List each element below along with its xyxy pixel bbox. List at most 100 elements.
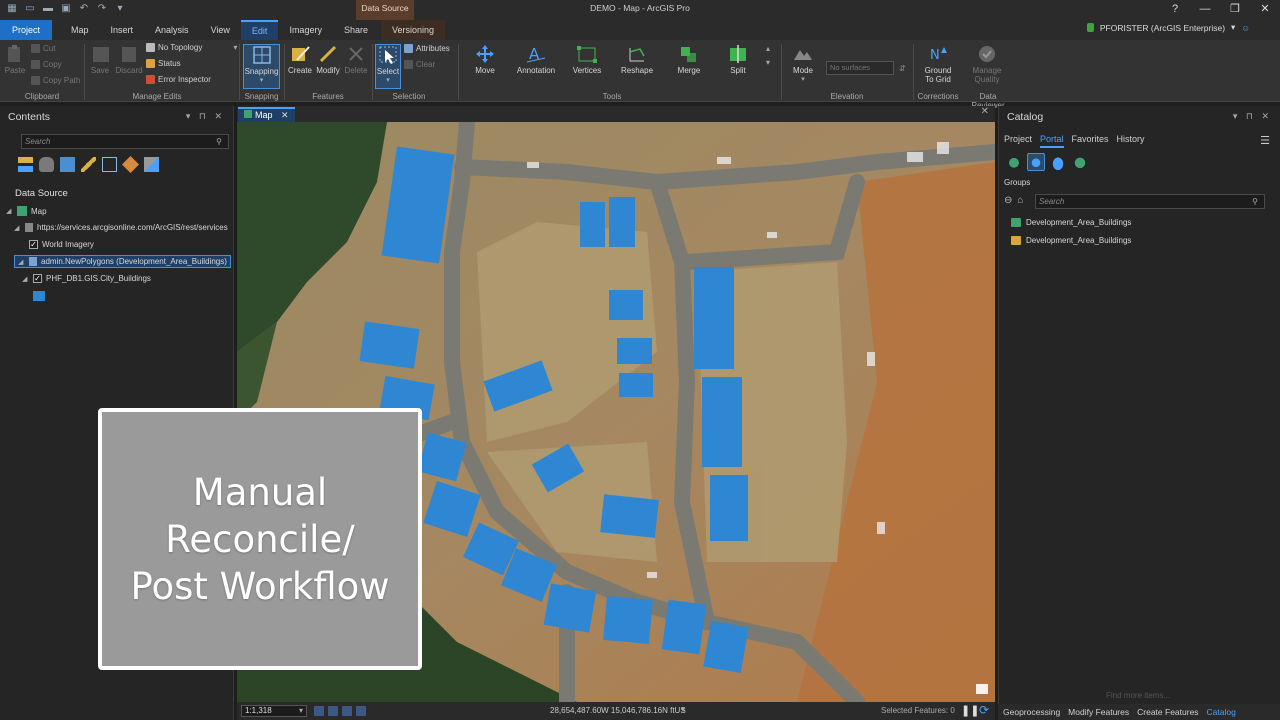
scale-selector[interactable]: 1:1,318 ▾: [241, 705, 307, 717]
user-account[interactable]: PFORISTER (ArcGIS Enterprise) ▾ ☺: [1086, 22, 1250, 33]
pause-icon[interactable]: ❚❚: [961, 704, 979, 717]
my-content-icon[interactable]: [1005, 153, 1023, 171]
tab-modify-features[interactable]: Modify Features: [1068, 704, 1129, 720]
open-folder-icon[interactable]: ▬: [42, 3, 54, 15]
expand-triangle-icon[interactable]: ◢: [6, 207, 13, 215]
undo-icon[interactable]: ↶: [78, 3, 90, 15]
tools-gallery-scroll-down[interactable]: ▾: [766, 58, 770, 67]
catalog-tab-history[interactable]: History: [1117, 134, 1145, 148]
clear-selection-button[interactable]: Clear: [404, 60, 435, 69]
visibility-checkbox[interactable]: ✓: [29, 240, 38, 249]
pane-controls[interactable]: ▾ ⊓ ✕: [186, 111, 225, 123]
discard-edits-button[interactable]: Discard: [115, 44, 143, 75]
tab-create-features[interactable]: Create Features: [1137, 704, 1198, 720]
living-atlas-icon[interactable]: [1071, 153, 1089, 171]
status-button[interactable]: Status: [146, 59, 181, 68]
organization-cloud-icon[interactable]: [1049, 153, 1067, 171]
tab-share[interactable]: Share: [333, 20, 379, 40]
split-button[interactable]: Split: [725, 44, 751, 75]
refresh-icon[interactable]: ⟳: [979, 703, 989, 717]
tree-node-connection[interactable]: ◢ admin.NewPolygons (Development_Area_Bu…: [14, 255, 231, 268]
paste-button[interactable]: Paste: [4, 44, 26, 75]
restore-button[interactable]: ❐: [1220, 0, 1250, 20]
select-button[interactable]: Select ▾: [375, 44, 401, 89]
catalog-search-input[interactable]: Search ⚲: [1035, 194, 1265, 209]
list-by-data-source-icon[interactable]: [39, 157, 54, 172]
copy-path-button[interactable]: Copy Path: [31, 76, 80, 85]
expand-triangle-icon[interactable]: ◢: [22, 275, 29, 283]
tree-node-map[interactable]: ◢ Map: [6, 206, 47, 216]
list-by-selection-icon[interactable]: [60, 157, 75, 172]
legend-symbol-swatch[interactable]: [33, 291, 45, 301]
tab-edit[interactable]: Edit: [240, 20, 279, 40]
menu-icon[interactable]: ☰: [1260, 134, 1270, 147]
topology-dropdown[interactable]: No Topology ▾: [146, 43, 237, 52]
tree-node-layer[interactable]: ◢ ✓ PHF_DB1.GIS.City_Buildings: [22, 274, 151, 283]
redo-icon[interactable]: ↷: [96, 3, 108, 15]
cut-button[interactable]: Cut: [31, 44, 55, 53]
tab-geoprocessing[interactable]: Geoprocessing: [1003, 704, 1060, 720]
pause-drawing-icon[interactable]: [356, 706, 366, 716]
attributes-button[interactable]: Attributes: [404, 44, 450, 53]
manage-quality-button[interactable]: Manage Quality: [970, 44, 1004, 84]
refresh-map-icon[interactable]: [342, 706, 352, 716]
tab-insert[interactable]: Insert: [100, 20, 145, 40]
pane-controls[interactable]: ▾ ⊓ ✕: [1233, 111, 1272, 123]
tab-catalog[interactable]: Catalog: [1207, 704, 1236, 720]
minimize-button[interactable]: —: [1190, 0, 1220, 20]
list-by-drawing-order-icon[interactable]: [18, 157, 33, 172]
map-view-tab[interactable]: Map ✕: [238, 107, 295, 122]
help-button[interactable]: ?: [1160, 0, 1190, 20]
grid-icon[interactable]: [328, 706, 338, 716]
list-by-editing-icon[interactable]: [81, 157, 96, 172]
tab-versioning[interactable]: Versioning: [380, 20, 446, 40]
catalog-tab-favorites[interactable]: Favorites: [1072, 134, 1109, 148]
list-by-perspective-icon[interactable]: [144, 157, 159, 172]
catalog-tab-project[interactable]: Project: [1004, 134, 1032, 148]
tools-gallery-scroll[interactable]: ▴: [766, 44, 770, 53]
close-icon[interactable]: ✕: [981, 106, 989, 117]
create-button[interactable]: Create: [287, 44, 313, 75]
modify-button[interactable]: Modify: [314, 44, 342, 75]
elevation-surface-field[interactable]: No surfaces: [826, 61, 894, 75]
smile-icon[interactable]: ☺: [1241, 23, 1250, 33]
merge-button[interactable]: Merge: [674, 44, 704, 75]
groups-icon[interactable]: [1027, 153, 1045, 171]
move-button[interactable]: Move: [470, 44, 500, 75]
map-nav-icon[interactable]: [314, 706, 324, 716]
tab-map[interactable]: Map: [60, 20, 100, 40]
tab-analysis[interactable]: Analysis: [144, 20, 200, 40]
chevron-down-icon[interactable]: ▾: [681, 705, 685, 714]
reshape-button[interactable]: Reshape: [621, 44, 653, 75]
expand-triangle-icon[interactable]: ◢: [18, 258, 25, 266]
tab-imagery[interactable]: Imagery: [278, 20, 333, 40]
tree-node-service[interactable]: ◢ https://services.arcgisonline.com/ArcG…: [14, 223, 228, 232]
save-edits-button[interactable]: Save: [90, 44, 110, 75]
catalog-item[interactable]: Development_Area_Buildings: [1011, 218, 1131, 227]
tree-node-world-imagery[interactable]: ✓ World Imagery: [29, 240, 94, 249]
annotation-button[interactable]: A Annotation: [514, 44, 558, 75]
save-icon[interactable]: ▣: [60, 3, 72, 15]
copy-button[interactable]: Copy: [31, 60, 62, 69]
visibility-checkbox[interactable]: ✓: [33, 274, 42, 283]
expand-triangle-icon[interactable]: ◢: [14, 224, 21, 232]
list-by-labeling-icon[interactable]: [122, 156, 139, 173]
elevation-settings-button[interactable]: ⇵: [899, 64, 906, 73]
close-button[interactable]: ✕: [1250, 0, 1280, 20]
vertices-button[interactable]: Vertices: [571, 44, 603, 75]
ground-to-grid-button[interactable]: N Ground To Grid: [921, 44, 955, 84]
find-more-items-link[interactable]: Find more items...: [1106, 691, 1170, 700]
catalog-item[interactable]: Development_Area_Buildings: [1011, 236, 1131, 245]
catalog-tab-portal[interactable]: Portal: [1040, 134, 1064, 148]
tab-project[interactable]: Project: [0, 20, 53, 40]
close-icon[interactable]: ✕: [281, 110, 289, 120]
tab-view[interactable]: View: [200, 20, 241, 40]
list-by-snapping-icon[interactable]: [102, 157, 117, 172]
delete-button[interactable]: Delete: [344, 44, 368, 75]
error-inspector-button[interactable]: Error Inspector: [146, 75, 211, 84]
customize-icon[interactable]: ▾: [114, 3, 126, 15]
back-icon[interactable]: ⊖: [1004, 195, 1012, 206]
snapping-button[interactable]: Snapping ▾: [243, 44, 280, 89]
new-project-icon[interactable]: ▭: [24, 3, 36, 15]
contents-search-input[interactable]: Search ⚲: [21, 134, 229, 149]
